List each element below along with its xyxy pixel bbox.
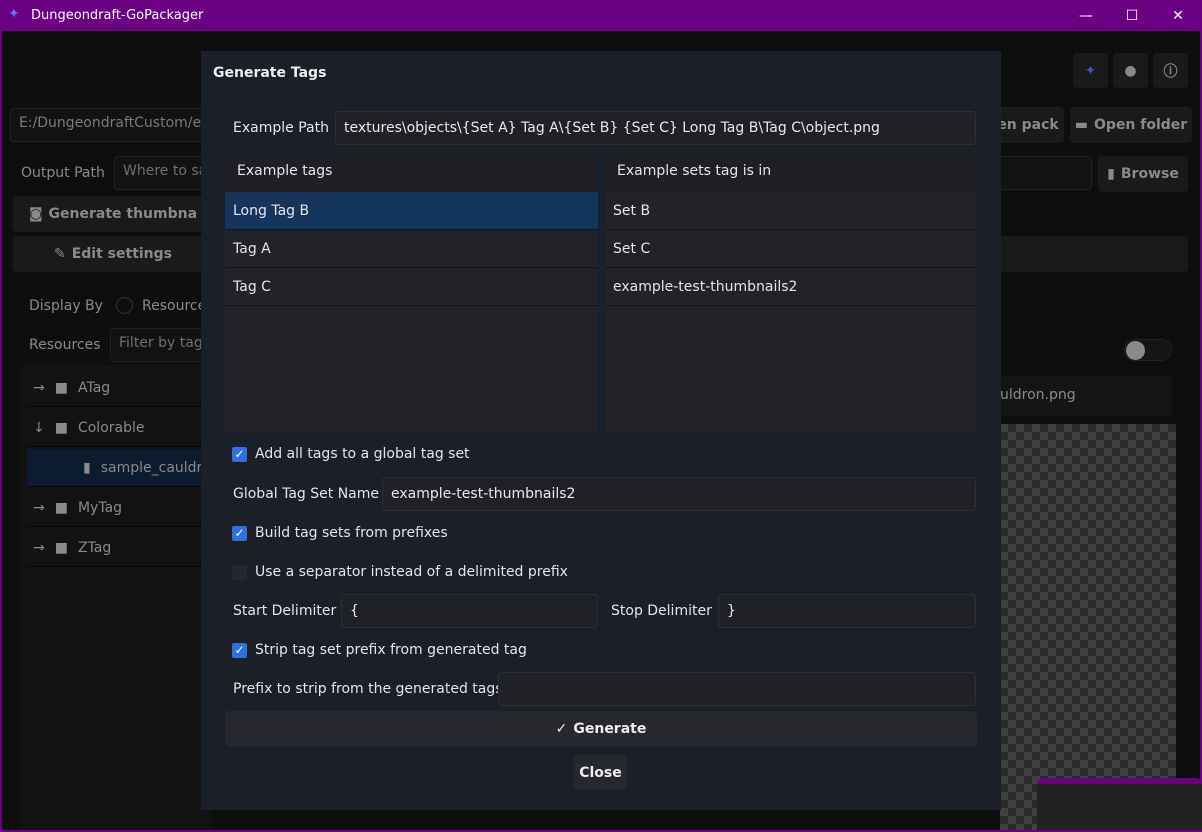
tree-item-atag[interactable]: → ■ ATag xyxy=(27,369,207,407)
display-by-radio[interactable] xyxy=(116,297,133,314)
tag-row[interactable]: Long Tag B xyxy=(225,192,598,230)
dungeondraft-button[interactable]: ✦ xyxy=(1073,53,1108,88)
tag-row[interactable]: Tag A xyxy=(225,230,598,268)
toggle-switch[interactable] xyxy=(1124,339,1172,361)
file-image-icon: ▮ xyxy=(83,459,91,476)
checkbox-checked-icon: ✓ xyxy=(232,642,247,658)
minimize-button[interactable]: — xyxy=(1063,4,1109,28)
open-pack-button[interactable]: en pack xyxy=(992,107,1064,143)
checkbox-checked-icon: ✓ xyxy=(232,525,247,541)
global-name-input[interactable]: example-test-thumbnails2 xyxy=(382,477,976,511)
preview-filename: uldron.png xyxy=(992,376,1172,416)
set-row[interactable]: example-test-thumbnails2 xyxy=(605,268,977,306)
pack-path-input[interactable]: E:/DungeondraftCustom/exa xyxy=(10,108,210,142)
tree-item-colorable[interactable]: ↓ ■ Colorable xyxy=(27,409,207,447)
tree-item-mytag[interactable]: → ■ MyTag xyxy=(27,489,207,527)
close-button[interactable]: Close xyxy=(574,755,627,790)
tags-list: Example tags Long Tag B Tag A Tag C xyxy=(225,150,598,433)
use-separator-checkbox[interactable]: Use a separator instead of a delimited p… xyxy=(232,564,568,580)
camera-icon: ◙ xyxy=(28,206,43,222)
folder-icon: ■ xyxy=(54,499,68,516)
tree-item-sample-cauldron[interactable]: ▮ sample_cauldr xyxy=(27,449,207,487)
output-path-input[interactable]: Where to sa xyxy=(114,156,214,190)
tree-label: Colorable xyxy=(77,419,145,436)
checkbox-checked-icon: ✓ xyxy=(232,446,247,462)
checkmark-icon: ✓ xyxy=(555,720,568,737)
stop-delimiter-input[interactable]: } xyxy=(718,594,976,628)
build-prefix-label: Build tag sets from prefixes xyxy=(255,525,448,541)
stop-delimiter-label: Stop Delimiter xyxy=(611,603,712,619)
build-prefix-checkbox[interactable]: ✓ Build tag sets from prefixes xyxy=(232,525,448,541)
sets-header: Example sets tag is in xyxy=(605,150,977,192)
arrow-right-icon: → xyxy=(33,379,45,396)
open-folder-button[interactable]: ▬ Open folder xyxy=(1070,107,1192,143)
add-global-label: Add all tags to a global tag set xyxy=(255,446,470,462)
output-path-label: Output Path xyxy=(21,165,105,181)
sets-list: Example sets tag is in Set B Set C examp… xyxy=(605,150,977,433)
tag-row[interactable]: Tag C xyxy=(225,268,598,306)
info-icon: ⓘ xyxy=(1163,63,1178,80)
tree-label: ZTag xyxy=(77,539,112,556)
display-by-option: Resource xyxy=(142,298,207,314)
browse-label: Browse xyxy=(1120,166,1179,182)
generate-thumbnails-button[interactable]: ◙ Generate thumbna xyxy=(13,196,213,232)
tree-label: sample_cauldr xyxy=(100,459,203,476)
browse-button[interactable]: ▮ Browse xyxy=(1098,156,1188,192)
resources-label: Resources xyxy=(29,337,101,353)
strip-prefix-label: Strip tag set prefix from generated tag xyxy=(255,642,527,658)
prefix-strip-label: Prefix to strip from the generated tags xyxy=(233,681,503,697)
example-path-label: Example Path xyxy=(233,120,329,136)
generate-label: Generate xyxy=(573,720,647,737)
tree-label: ATag xyxy=(77,379,111,396)
taskbar-thumbnail xyxy=(1037,778,1202,830)
github-button[interactable]: ● xyxy=(1113,53,1148,88)
folder-icon: ▬ xyxy=(1074,117,1089,133)
title-bar: ✦ Dungeondraft-GoPackager — ☐ ✕ xyxy=(0,0,1202,31)
tree-item-ztag[interactable]: → ■ ZTag xyxy=(27,529,207,567)
open-folder-label: Open folder xyxy=(1094,117,1188,133)
checkbox-unchecked-icon xyxy=(232,564,247,580)
arrow-down-icon: ↓ xyxy=(33,419,45,436)
tags-header: Example tags xyxy=(225,150,598,192)
start-delimiter-input[interactable]: { xyxy=(341,594,598,628)
generate-thumbnails-label: Generate thumbna xyxy=(48,206,198,222)
folder-icon: ■ xyxy=(54,539,68,556)
preview-image xyxy=(1000,424,1176,830)
prefix-strip-input[interactable] xyxy=(498,672,976,706)
use-separator-label: Use a separator instead of a delimited p… xyxy=(255,564,568,580)
set-row[interactable]: Set B xyxy=(605,192,977,230)
filter-input[interactable]: Filter by tag n xyxy=(110,328,210,362)
arrow-right-icon: → xyxy=(33,499,45,516)
strip-prefix-checkbox[interactable]: ✓ Strip tag set prefix from generated tag xyxy=(232,642,527,658)
dialog-title: Generate Tags xyxy=(213,65,327,81)
github-icon: ● xyxy=(1124,62,1137,79)
start-delimiter-label: Start Delimiter xyxy=(233,603,337,619)
file-icon: ▮ xyxy=(1107,166,1115,182)
output-path-input-end[interactable] xyxy=(992,156,1092,190)
tree-label: MyTag xyxy=(77,499,123,516)
app-logo-icon: ✦ xyxy=(8,6,20,22)
maximize-button[interactable]: ☐ xyxy=(1109,4,1155,28)
folder-open-icon: ■ xyxy=(54,419,68,436)
arrow-right-icon: → xyxy=(33,539,45,556)
add-global-checkbox[interactable]: ✓ Add all tags to a global tag set xyxy=(232,446,470,462)
window-title: Dungeondraft-GoPackager xyxy=(31,8,204,23)
edit-settings-label: Edit settings xyxy=(71,246,173,262)
column-splitter[interactable] xyxy=(600,150,602,433)
example-path-input[interactable]: textures\objects\{Set A} Tag A\{Set B} {… xyxy=(335,111,976,145)
edit-settings-button[interactable]: ✎ Edit settings xyxy=(13,236,213,272)
edit-settings-button-end[interactable] xyxy=(992,236,1188,272)
pencil-icon: ✎ xyxy=(53,246,66,262)
generate-button[interactable]: ✓ Generate xyxy=(225,711,977,746)
close-window-button[interactable]: ✕ xyxy=(1155,4,1201,28)
generate-tags-dialog: Generate Tags Example Path textures\obje… xyxy=(201,51,1001,810)
folder-icon: ■ xyxy=(54,379,68,396)
about-button[interactable]: ⓘ xyxy=(1153,53,1188,88)
set-row[interactable]: Set C xyxy=(605,230,977,268)
global-name-label: Global Tag Set Name xyxy=(233,486,380,502)
display-by-label: Display By xyxy=(29,298,103,314)
